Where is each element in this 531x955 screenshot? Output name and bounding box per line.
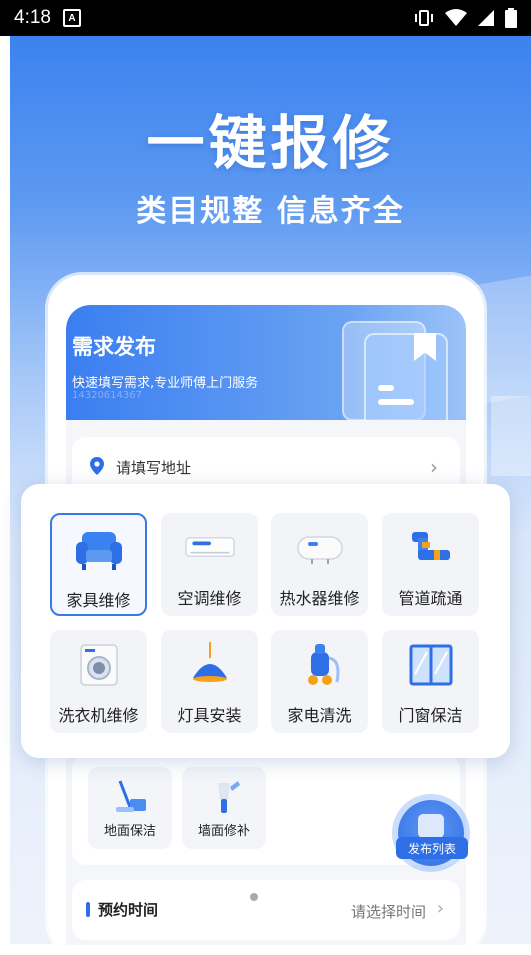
location-pin-icon bbox=[90, 457, 104, 475]
category-furniture-repair[interactable]: 家具维修 bbox=[50, 513, 147, 616]
category-label: 家具维修 bbox=[66, 591, 131, 610]
appointment-placeholder: 请选择时间 bbox=[350, 903, 426, 921]
vacuum-icon bbox=[307, 644, 339, 685]
battery-icon bbox=[505, 8, 517, 28]
category-floor-cleaning[interactable]: 地面保洁 bbox=[88, 767, 172, 849]
air-conditioner-icon bbox=[184, 537, 235, 558]
window-icon bbox=[409, 644, 452, 686]
category-label: 管道疏通 bbox=[398, 589, 463, 608]
publish-list-label[interactable]: 发布列表 bbox=[396, 837, 468, 859]
pipe-icon bbox=[411, 532, 450, 560]
folder-line bbox=[378, 399, 414, 405]
notification-a-icon: A bbox=[62, 9, 81, 27]
chevron-right-icon: › bbox=[430, 455, 438, 479]
decor-shape bbox=[491, 396, 531, 476]
list-box-icon bbox=[418, 814, 444, 838]
appointment-time-field[interactable]: 预约时间 请选择时间 › bbox=[72, 880, 460, 940]
banner-description: 快速填写需求,专业师傅上门服务 bbox=[72, 376, 259, 391]
wall-repair-icon bbox=[218, 781, 240, 813]
category-pipe-unclog[interactable]: 管道疏通 bbox=[382, 513, 479, 616]
banner-title: 需求发布 bbox=[72, 335, 156, 359]
banner-faded-number: 14320614367 bbox=[72, 390, 142, 401]
folder-line bbox=[378, 385, 394, 391]
category-label: 热水器维修 bbox=[279, 589, 360, 608]
vibrate-icon bbox=[415, 10, 433, 26]
section-accent-bar bbox=[86, 902, 90, 917]
signal-icon bbox=[478, 10, 494, 26]
category-wall-repair[interactable]: 墙面修补 bbox=[182, 767, 266, 849]
appointment-label: 预约时间 bbox=[98, 901, 159, 919]
category-lamp-install[interactable]: 灯具安装 bbox=[161, 630, 258, 733]
category-label: 地面保洁 bbox=[103, 824, 156, 839]
water-heater-icon bbox=[296, 536, 343, 564]
category-label: 墙面修补 bbox=[197, 824, 250, 839]
category-appliance-cleaning[interactable]: 家电清洗 bbox=[271, 630, 368, 733]
category-popup: 家具维修 空调维修 热水器维修 管道疏通 洗衣机维修 灯具安装 家电清洗 门窗保… bbox=[21, 484, 510, 758]
category-label: 洗衣机维修 bbox=[58, 706, 139, 725]
address-placeholder: 请填写地址 bbox=[116, 459, 192, 477]
sofa-icon bbox=[75, 532, 122, 570]
hero-title: 一键报修 bbox=[146, 109, 395, 177]
category-label: 空调维修 bbox=[177, 589, 242, 608]
category-label: 灯具安装 bbox=[177, 706, 242, 725]
folder-icon bbox=[364, 333, 448, 420]
category-window-cleaning[interactable]: 门窗保洁 bbox=[382, 630, 479, 733]
hero-subtitle: 类目规整 信息齐全 bbox=[136, 194, 405, 229]
category-label: 门窗保洁 bbox=[398, 706, 463, 725]
category-label: 家电清洗 bbox=[287, 706, 352, 725]
page-indicator-dot[interactable] bbox=[250, 893, 258, 901]
washing-machine-icon bbox=[79, 644, 118, 686]
category-washer-repair[interactable]: 洗衣机维修 bbox=[50, 630, 147, 733]
wifi-icon bbox=[445, 9, 467, 26]
category-ac-repair[interactable]: 空调维修 bbox=[161, 513, 258, 616]
lamp-icon bbox=[192, 642, 227, 682]
request-banner: 需求发布 快速填写需求,专业师傅上门服务 14320614367 bbox=[66, 305, 466, 420]
mop-icon bbox=[116, 780, 146, 812]
status-bar: 4:18 A bbox=[0, 0, 531, 36]
status-time: 4:18 bbox=[14, 7, 51, 28]
chevron-right-icon: › bbox=[436, 898, 444, 919]
category-water-heater-repair[interactable]: 热水器维修 bbox=[271, 513, 368, 616]
bookmark-icon bbox=[414, 333, 436, 361]
